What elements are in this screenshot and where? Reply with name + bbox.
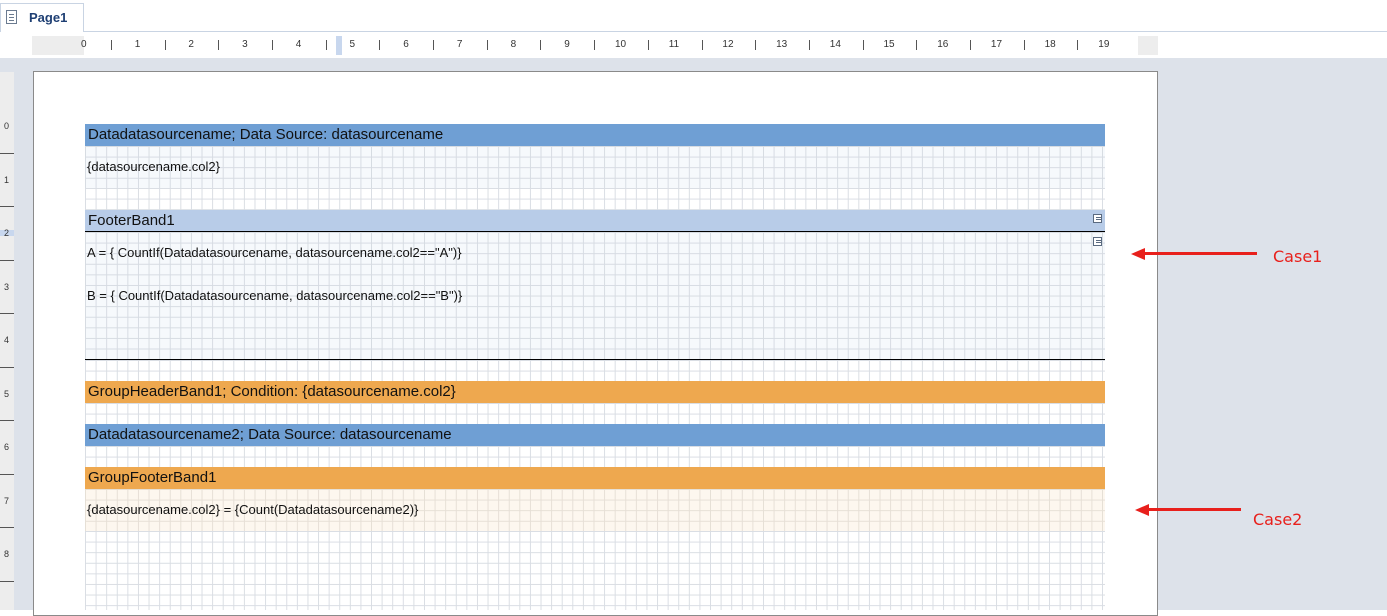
ruler-number: 13	[776, 39, 788, 50]
ruler-tick	[486, 40, 488, 50]
ruler-tick	[110, 40, 112, 50]
footer-countif-a[interactable]: A = { CountIf(Datadatasourcename, dataso…	[87, 245, 462, 260]
band-spacer-3	[85, 403, 1105, 424]
ruler-tick	[164, 40, 166, 50]
band-spacer-1	[85, 188, 1105, 210]
ruler-number: 18	[1044, 39, 1056, 50]
ruler-tick	[970, 40, 972, 50]
page-empty-area	[85, 531, 1105, 610]
case1-label: Case1	[1273, 247, 1323, 266]
band-menu-icon[interactable]	[1093, 237, 1102, 246]
ruler-number: 1	[134, 39, 141, 50]
ruler-tick	[647, 40, 649, 50]
tab-bar: Page1	[0, 0, 1387, 32]
band-spacer-2	[85, 360, 1105, 381]
ruler-number: 11	[668, 39, 680, 50]
vertical-ruler-number: 2	[4, 228, 10, 238]
ruler-number: 6	[403, 39, 409, 50]
ruler-number: 0	[81, 39, 87, 50]
ruler-tick	[916, 40, 918, 50]
ruler-tick	[271, 40, 273, 50]
ruler-number: 8	[510, 39, 517, 50]
vertical-ruler-number: 6	[4, 442, 10, 452]
group-footer-band-header[interactable]: GroupFooterBand1	[85, 467, 1105, 489]
data-band-1-field[interactable]: {datasourcename.col2}	[87, 159, 220, 174]
data-band-1-header[interactable]: Datadatasourcename; Data Source: datasou…	[85, 124, 1105, 146]
page-icon	[6, 10, 17, 24]
ruler-number: 4	[295, 39, 302, 50]
ruler-tick	[862, 40, 864, 50]
group-header-band[interactable]: GroupHeaderBand1; Condition: {datasource…	[85, 381, 1105, 403]
vertical-ruler-number: 1	[4, 174, 10, 185]
ruler-number: 7	[456, 39, 463, 50]
ruler-number: 9	[564, 39, 570, 50]
footer-band-header[interactable]: FooterBand1	[85, 210, 1105, 232]
ruler-tick	[218, 40, 220, 50]
vertical-ruler-tick	[0, 259, 14, 261]
ruler-tick	[540, 40, 542, 50]
vertical-ruler-tick	[0, 152, 14, 154]
band-spacer-4	[85, 446, 1105, 467]
ruler-number: 12	[722, 39, 734, 50]
horizontal-ruler: 0 1 2 3 4 5 6 7 8 9 10 11 12 13 14 15 16 17 18 19	[32, 36, 1158, 55]
ruler-tick	[755, 40, 757, 50]
vertical-ruler: 0 1 2 3 4 5 6 7 8	[0, 72, 14, 610]
footer-countif-b[interactable]: B = { CountIf(Datadatasourcename, dataso…	[87, 288, 462, 303]
vertical-ruler-number: 3	[4, 281, 10, 292]
case2-label: Case2	[1253, 510, 1303, 529]
vertical-ruler-tick	[0, 527, 14, 529]
ruler-tick	[594, 40, 596, 50]
vertical-ruler-number: 7	[4, 495, 10, 506]
ruler-number: 16	[937, 39, 949, 50]
tab-label: Page1	[29, 10, 68, 25]
vertical-ruler-tick	[0, 206, 14, 208]
data-band-1-body[interactable]	[85, 146, 1105, 188]
ruler-number: 19	[1098, 39, 1110, 50]
ruler-number: 5	[349, 39, 356, 50]
ruler-number: 17	[990, 39, 1003, 50]
ruler-number: 3	[242, 39, 248, 50]
ruler-number: 15	[883, 39, 895, 50]
vertical-ruler-tick	[0, 313, 14, 315]
copy-icon[interactable]	[1093, 214, 1102, 223]
ruler-tick	[1023, 40, 1025, 50]
ruler-number: 2	[188, 39, 194, 50]
vertical-ruler-number: 0	[4, 121, 10, 131]
case1-arrow	[1143, 252, 1257, 255]
vertical-ruler-tick	[0, 580, 14, 582]
vertical-ruler-tick	[0, 473, 14, 475]
vertical-ruler-number: 5	[4, 388, 10, 399]
ruler-cursor-marker	[336, 36, 342, 55]
ruler-number: 14	[829, 39, 841, 50]
vertical-ruler-number: 8	[4, 549, 10, 559]
case2-arrow	[1147, 508, 1241, 511]
vertical-ruler-tick	[0, 366, 14, 368]
ruler-tick	[1077, 40, 1079, 50]
ruler-tick	[808, 40, 810, 50]
ruler-tick	[433, 40, 435, 50]
ruler-tick	[701, 40, 703, 50]
group-footer-count-text[interactable]: {datasourcename.col2} = {Count(Datadatas…	[87, 502, 418, 517]
vertical-ruler-tick	[0, 420, 14, 422]
ruler-number: 10	[615, 39, 627, 50]
data-band-2-header[interactable]: Datadatasourcename2; Data Source: dataso…	[85, 424, 1105, 446]
ruler-tick	[379, 40, 381, 50]
ruler-tick	[325, 40, 327, 50]
vertical-ruler-number: 4	[4, 335, 10, 345]
tab-page1[interactable]: Page1	[0, 3, 84, 32]
